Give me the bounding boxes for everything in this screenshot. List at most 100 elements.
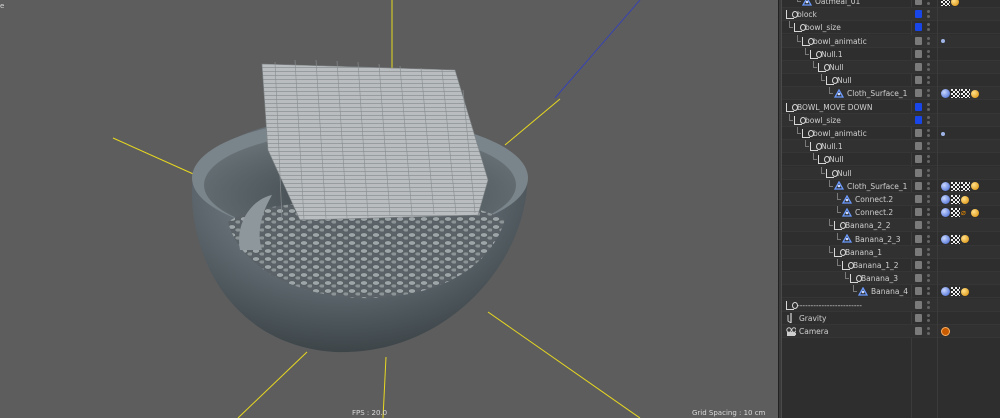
dynamics-tag-icon[interactable]	[941, 287, 950, 297]
object-row[interactable]: Null.1	[782, 47, 1000, 61]
ball-tag-icon[interactable]	[971, 208, 979, 217]
checker-tag-icon[interactable]	[951, 195, 960, 204]
object-row[interactable]: Banana_2_3	[782, 232, 1000, 246]
dot-tag-icon[interactable]	[941, 39, 945, 44]
object-row[interactable]: bowl_size	[782, 113, 1000, 127]
ball-tag-icon[interactable]	[961, 287, 969, 296]
visibility-dots[interactable]	[927, 76, 930, 85]
layer-color-swatch[interactable]	[915, 261, 922, 269]
visibility-dots[interactable]	[927, 261, 930, 269]
visibility-dots[interactable]	[927, 23, 930, 32]
visibility-dots[interactable]	[927, 115, 930, 124]
layer-color-swatch[interactable]	[915, 89, 922, 98]
visibility-dots[interactable]	[927, 89, 930, 98]
layer-color-swatch[interactable]	[915, 300, 922, 309]
layer-color-swatch[interactable]	[915, 327, 922, 335]
layer-color-swatch[interactable]	[915, 0, 922, 5]
visibility-dots[interactable]	[927, 36, 930, 45]
layer-color-swatch[interactable]	[915, 102, 922, 111]
object-row[interactable]: Cloth_Surface_1	[782, 179, 1000, 193]
visibility-dots[interactable]	[927, 142, 930, 151]
object-row[interactable]: Connect.2	[782, 193, 1000, 206]
object-row[interactable]: Banana_1_2	[782, 259, 1000, 272]
visibility-dots[interactable]	[927, 10, 930, 19]
object-row[interactable]: ------------------------	[782, 298, 1000, 312]
layer-color-swatch[interactable]	[915, 208, 922, 217]
visibility-dots[interactable]	[927, 247, 930, 256]
layer-color-swatch[interactable]	[915, 287, 922, 296]
layer-color-swatch[interactable]	[915, 142, 922, 151]
object-row[interactable]: Banana_3	[782, 272, 1000, 286]
visibility-dots[interactable]	[927, 208, 930, 217]
checker-tag-icon[interactable]	[941, 0, 950, 6]
dot-tag-icon[interactable]	[941, 131, 945, 136]
visibility-dots[interactable]	[927, 274, 930, 283]
object-row[interactable]: bowl_animatic	[782, 34, 1000, 48]
ball-tag-icon[interactable]	[961, 235, 969, 244]
layer-color-swatch[interactable]	[915, 168, 922, 177]
orange-tag-icon[interactable]: ⌀	[961, 208, 970, 217]
object-row[interactable]: Null	[782, 74, 1000, 88]
ball-tag-icon[interactable]	[971, 89, 979, 98]
object-row[interactable]: Oatmeal_01	[782, 0, 1000, 8]
visibility-dots[interactable]	[927, 63, 930, 71]
layer-color-swatch[interactable]	[915, 115, 922, 124]
ball-tag-icon[interactable]	[951, 0, 959, 6]
visibility-dots[interactable]	[927, 300, 930, 309]
visibility-dots[interactable]	[927, 195, 930, 203]
ball-tag-icon[interactable]	[971, 182, 979, 191]
ball-tag-icon[interactable]	[961, 195, 969, 204]
dynamics-tag-icon[interactable]	[941, 195, 950, 204]
checker-tag-icon[interactable]	[951, 181, 960, 191]
layer-color-swatch[interactable]	[915, 129, 922, 137]
dynamics-tag-icon[interactable]	[941, 181, 950, 191]
object-row[interactable]: Banana_1	[782, 245, 1000, 259]
object-row[interactable]: Null	[782, 153, 1000, 167]
checker-tag-icon[interactable]	[961, 89, 970, 99]
visibility-dots[interactable]	[927, 155, 930, 164]
layer-color-swatch[interactable]	[915, 63, 922, 71]
visibility-dots[interactable]	[927, 0, 930, 5]
visibility-dots[interactable]	[927, 221, 930, 230]
visibility-dots[interactable]	[927, 181, 930, 190]
object-row[interactable]: bowl_size	[782, 21, 1000, 35]
object-row[interactable]: Null.1	[782, 140, 1000, 154]
layer-color-swatch[interactable]	[915, 195, 922, 203]
layer-color-swatch[interactable]	[915, 181, 922, 190]
layer-color-swatch[interactable]	[915, 221, 922, 230]
layer-color-swatch[interactable]	[915, 36, 922, 45]
object-row[interactable]: Connect.2 ⌀	[782, 206, 1000, 220]
layer-color-swatch[interactable]	[915, 155, 922, 164]
layer-color-swatch[interactable]	[915, 247, 922, 256]
object-row[interactable]: Banana_4	[782, 285, 1000, 299]
layer-color-swatch[interactable]	[915, 313, 922, 322]
object-row[interactable]: Banana_2_2	[782, 219, 1000, 233]
dynamics-tag-icon[interactable]	[941, 234, 950, 244]
checker-tag-icon[interactable]	[951, 89, 960, 99]
visibility-dots[interactable]	[927, 327, 930, 335]
layer-color-swatch[interactable]	[915, 234, 922, 243]
checker-tag-icon[interactable]	[951, 287, 960, 297]
object-row[interactable]: bowl_animatic	[782, 127, 1000, 140]
visibility-dots[interactable]	[927, 313, 930, 322]
checker-tag-icon[interactable]	[961, 181, 970, 191]
layer-color-swatch[interactable]	[915, 274, 922, 283]
visibility-dots[interactable]	[927, 129, 930, 137]
object-row[interactable]: Camera	[782, 325, 1000, 338]
layer-color-swatch[interactable]	[915, 76, 922, 85]
visibility-dots[interactable]	[927, 102, 930, 111]
layer-color-swatch[interactable]	[915, 23, 922, 32]
object-row[interactable]: Gravity	[782, 312, 1000, 325]
object-row[interactable]: block	[782, 8, 1000, 22]
layer-color-swatch[interactable]	[915, 49, 922, 58]
dynamics-tag-icon[interactable]	[941, 89, 950, 99]
object-row[interactable]: Null	[782, 61, 1000, 74]
layer-color-swatch[interactable]	[915, 10, 922, 19]
object-row[interactable]: Cloth_Surface_1	[782, 87, 1000, 101]
checker-tag-icon[interactable]	[951, 208, 960, 218]
object-row[interactable]: Null	[782, 166, 1000, 180]
visibility-dots[interactable]	[927, 287, 930, 296]
visibility-dots[interactable]	[927, 168, 930, 177]
object-row[interactable]: BOWL_MOVE DOWN	[782, 101, 1000, 114]
camera-tag-icon[interactable]	[941, 327, 950, 336]
